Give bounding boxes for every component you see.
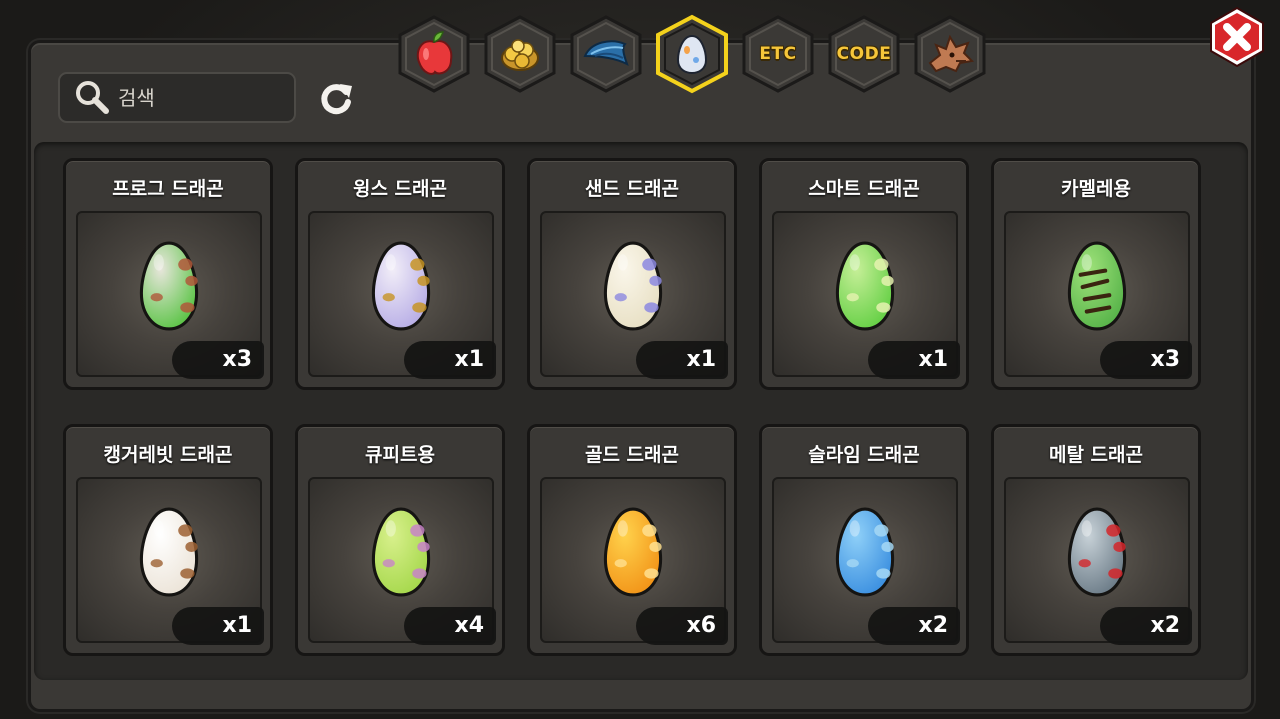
gold-coins-icon xyxy=(501,39,539,71)
egg-quantity: x2 xyxy=(1100,607,1192,645)
egg-quantity: x1 xyxy=(172,607,264,645)
egg-name: 프로그 드래곤 xyxy=(112,178,224,200)
egg-card[interactable]: 캥거레빗 드래곤 x1 xyxy=(63,424,273,656)
egg-card[interactable]: 카멜레용 x3 xyxy=(991,158,1201,390)
egg-card[interactable]: 슬라임 드래곤 x2 xyxy=(759,424,969,656)
egg-quantity: x2 xyxy=(868,607,960,645)
egg-icon xyxy=(371,507,431,597)
close-icon xyxy=(1210,6,1264,68)
egg-name: 메탈 드래곤 xyxy=(1048,444,1143,466)
egg-name: 샌드 드래곤 xyxy=(584,178,679,200)
egg-quantity: x1 xyxy=(404,341,496,379)
egg-name: 캥거레빗 드래곤 xyxy=(103,444,233,466)
egg-quantity: x1 xyxy=(636,341,728,379)
egg-quantity: x3 xyxy=(1100,341,1192,379)
egg-icon xyxy=(1067,241,1127,331)
egg-name: 카멜레용 xyxy=(1061,178,1131,200)
egg-icon xyxy=(371,241,431,331)
egg-icon xyxy=(835,507,895,597)
egg-name: 골드 드래곤 xyxy=(584,444,679,466)
close-button[interactable] xyxy=(1206,6,1268,68)
refresh-icon xyxy=(321,84,352,115)
search-input[interactable] xyxy=(118,85,288,110)
egg-icon xyxy=(677,34,707,74)
egg-icon xyxy=(1067,507,1127,597)
egg-name: 큐피트용 xyxy=(365,444,435,466)
dragon-head-icon xyxy=(928,34,974,73)
tab-etc[interactable]: ETC xyxy=(740,14,816,94)
egg-icon xyxy=(139,241,199,331)
egg-quantity: x3 xyxy=(172,341,264,379)
category-tabs: ETC CODE xyxy=(396,10,996,94)
egg-name: 슬라임 드래곤 xyxy=(808,444,920,466)
search-field[interactable] xyxy=(58,72,296,123)
refresh-button[interactable] xyxy=(314,78,358,118)
tab-fruit[interactable] xyxy=(396,14,472,94)
egg-card[interactable]: 샌드 드래곤 x1 xyxy=(527,158,737,390)
egg-icon xyxy=(603,507,663,597)
egg-icon xyxy=(835,241,895,331)
tab-code[interactable]: CODE xyxy=(826,14,902,94)
egg-quantity: x1 xyxy=(868,341,960,379)
blue-feather-icon xyxy=(583,40,629,66)
egg-quantity: x6 xyxy=(636,607,728,645)
egg-card[interactable]: 프로그 드래곤 x3 xyxy=(63,158,273,390)
fruit-icon xyxy=(416,31,453,75)
egg-card[interactable]: 스마트 드래곤 x1 xyxy=(759,158,969,390)
tab-gold[interactable] xyxy=(482,14,558,94)
egg-name: 윙스 드래곤 xyxy=(352,178,447,200)
egg-icon xyxy=(603,241,663,331)
egg-card[interactable]: 메탈 드래곤 x2 xyxy=(991,424,1201,656)
tab-etc-label: ETC xyxy=(759,44,797,64)
egg-name: 스마트 드래곤 xyxy=(808,178,920,200)
tab-egg[interactable] xyxy=(654,14,730,94)
egg-icon xyxy=(139,507,199,597)
egg-card[interactable]: 큐피트용 x4 xyxy=(295,424,505,656)
egg-card[interactable]: 윙스 드래곤 x1 xyxy=(295,158,505,390)
tab-dragon[interactable] xyxy=(912,14,988,94)
tab-feather[interactable] xyxy=(568,14,644,94)
tab-code-label: CODE xyxy=(836,44,892,64)
egg-card[interactable]: 골드 드래곤 x6 xyxy=(527,424,737,656)
search-icon xyxy=(76,80,109,114)
egg-quantity: x4 xyxy=(404,607,496,645)
